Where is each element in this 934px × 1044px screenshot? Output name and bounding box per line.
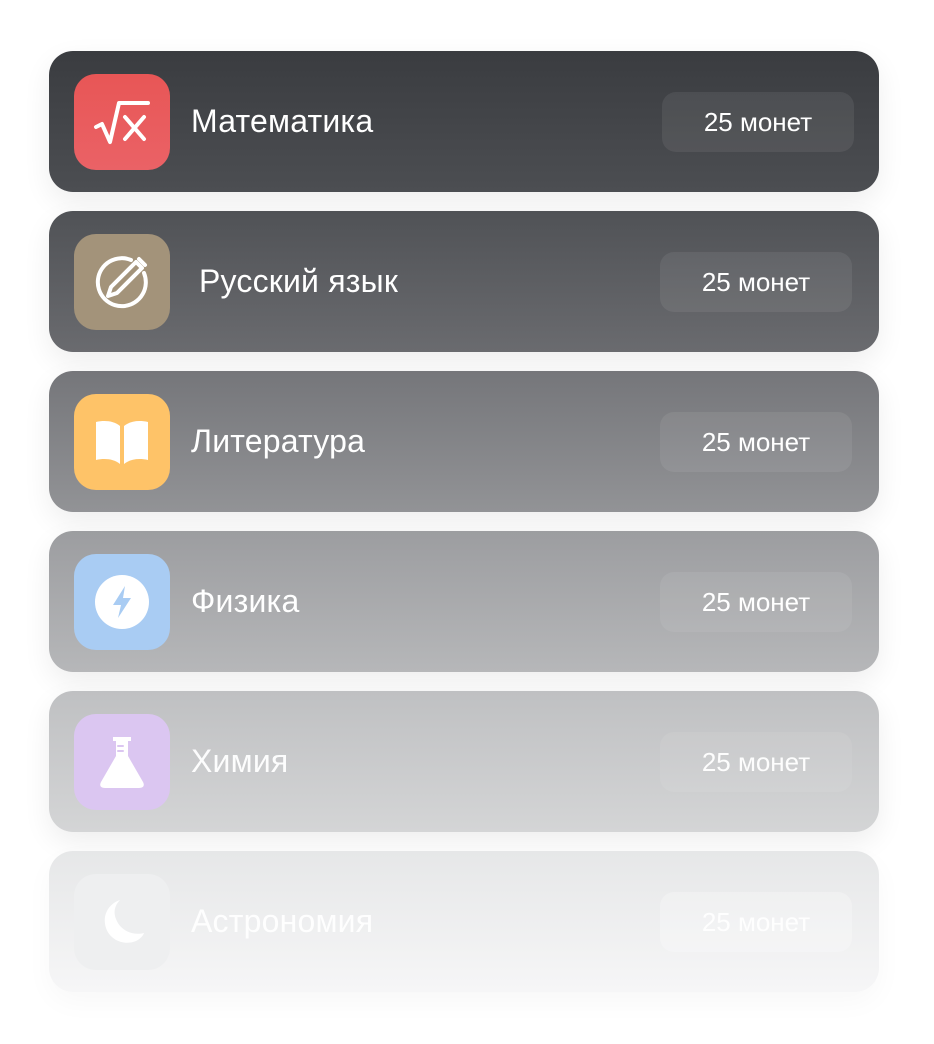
- subject-title: Русский язык: [199, 263, 399, 299]
- subject-title: Физика: [191, 583, 300, 619]
- lightning-icon: [74, 554, 170, 650]
- price-badge[interactable]: 25 монет: [660, 252, 852, 312]
- subject-card-math[interactable]: Математика 25 монет: [49, 51, 879, 192]
- price-badge[interactable]: 25 монет: [660, 412, 852, 472]
- price-badge[interactable]: 25 монет: [662, 92, 854, 152]
- square-root-icon: [74, 74, 170, 170]
- open-book-icon: [74, 394, 170, 490]
- subject-card-chemistry[interactable]: Химия 25 монет: [49, 691, 879, 832]
- subject-title: Астрономия: [191, 903, 374, 939]
- subject-card-literature[interactable]: Литература 25 монет: [49, 371, 879, 512]
- pencil-circle-icon: [74, 234, 170, 330]
- flask-icon: [74, 714, 170, 810]
- moon-icon: [74, 874, 170, 970]
- subject-title: Химия: [191, 743, 289, 779]
- subject-title: Литература: [191, 423, 366, 459]
- price-badge[interactable]: 25 монет: [660, 572, 852, 632]
- subject-card-astronomy[interactable]: Астрономия 25 монет: [49, 851, 879, 992]
- subject-list: Математика 25 монет Русский язык 25 моне…: [0, 0, 934, 1044]
- price-badge[interactable]: 25 монет: [660, 732, 852, 792]
- price-badge[interactable]: 25 монет: [660, 892, 852, 952]
- subject-card-russian[interactable]: Русский язык 25 монет: [49, 211, 879, 352]
- subject-title: Математика: [191, 103, 374, 139]
- subject-card-physics[interactable]: Физика 25 монет: [49, 531, 879, 672]
